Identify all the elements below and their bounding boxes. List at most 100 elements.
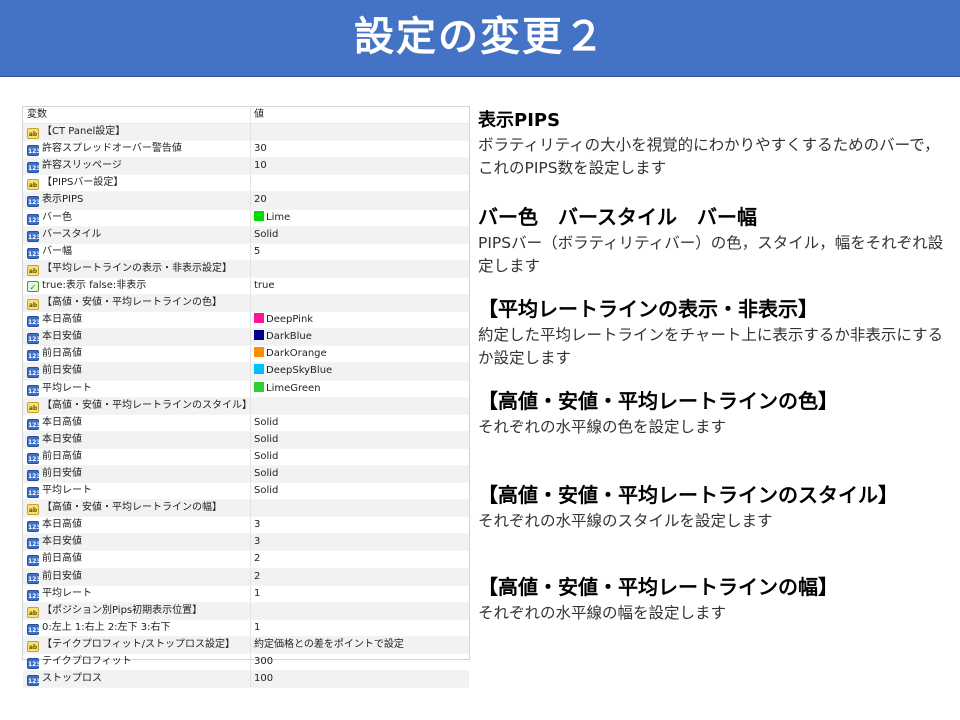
table-row[interactable]: 123平均レート 1 bbox=[23, 585, 469, 603]
variable-name-cell: 123本日安値 bbox=[27, 432, 247, 448]
boolean-type-icon: ✓ bbox=[27, 280, 39, 292]
variable-name-cell: ab 【PIPSバー設定】 bbox=[27, 175, 247, 191]
value-cell[interactable] bbox=[250, 295, 469, 312]
value-cell[interactable]: Solid bbox=[250, 431, 469, 448]
value-cell[interactable]: 2 bbox=[250, 551, 469, 568]
section-title: 【高値・安値・平均レートラインのスタイル】 bbox=[478, 483, 898, 507]
table-row[interactable]: 1230:左上 1:右上 2:左下 3:右下 1 bbox=[23, 619, 469, 637]
variable-name: 表示PIPS bbox=[42, 194, 84, 206]
value-cell[interactable] bbox=[250, 397, 469, 414]
table-row[interactable]: ab 【テイクプロフィット/ストップロス設定】 約定価格との差をポイントで設定 bbox=[23, 636, 469, 654]
value-cell[interactable]: Solid bbox=[250, 448, 469, 465]
table-row[interactable]: 123前日高値 DarkOrange bbox=[23, 346, 469, 364]
table-row[interactable]: ab 【高値・安値・平均レートラインのスタイル】 bbox=[23, 397, 469, 415]
variable-name-cell: 123平均レート bbox=[27, 483, 247, 499]
table-row[interactable]: 123平均レート LimeGreen bbox=[23, 380, 469, 398]
table-row[interactable]: 123前日高値 2 bbox=[23, 551, 469, 569]
number-type-icon: 123 bbox=[27, 521, 41, 533]
value-cell[interactable]: DeepPink bbox=[250, 312, 469, 329]
section-title: 【高値・安値・平均レートラインの色】 bbox=[478, 389, 838, 413]
string-type-icon: ab bbox=[27, 128, 39, 140]
table-row[interactable]: ab 【CT Panel設定】 bbox=[23, 124, 469, 142]
variable-name: true:表示 false:非表示 bbox=[42, 279, 147, 291]
table-row[interactable]: 123表示PIPS 20 bbox=[23, 192, 469, 210]
variable-value: 20 bbox=[254, 194, 267, 206]
variable-value: 1 bbox=[254, 587, 261, 599]
variable-name-cell: 123前日安値 bbox=[27, 363, 247, 379]
table-row[interactable]: ab 【高値・安値・平均レートラインの色】 bbox=[23, 295, 469, 313]
variable-value: 3 bbox=[254, 536, 261, 548]
value-cell[interactable]: DarkOrange bbox=[250, 346, 469, 363]
table-row[interactable]: 123許容スリッページ 10 bbox=[23, 158, 469, 176]
value-cell[interactable]: 3 bbox=[250, 517, 469, 534]
parameters-table: 変数 値 ab 【CT Panel設定】 123許容スプレッドオーバー警告値 30 12… bbox=[22, 106, 470, 689]
variable-value bbox=[251, 177, 254, 188]
variable-name-cell: 123本日高値 bbox=[27, 312, 247, 328]
table-row[interactable]: 123本日高値 3 bbox=[23, 517, 469, 535]
table-row[interactable]: 123ストップロス 100 bbox=[23, 671, 469, 689]
number-type-icon: 123 bbox=[27, 230, 41, 242]
value-cell[interactable]: Solid bbox=[250, 465, 469, 482]
table-row[interactable]: ab 【ポジション別Pips初期表示位置】 bbox=[23, 602, 469, 620]
table-row[interactable]: ab 【PIPSバー設定】 bbox=[23, 175, 469, 193]
number-type-icon: 123 bbox=[27, 675, 41, 687]
value-cell[interactable]: 約定価格との差をポイントで設定 bbox=[250, 636, 469, 653]
table-row[interactable]: 123前日安値 Solid bbox=[23, 465, 469, 484]
value-cell[interactable] bbox=[250, 124, 469, 141]
value-cell[interactable]: 300 bbox=[250, 654, 469, 670]
value-cell[interactable]: 5 bbox=[250, 243, 469, 260]
value-cell[interactable] bbox=[250, 175, 469, 192]
variable-value: 約定価格との差をポイントで設定 bbox=[254, 638, 404, 650]
table-row[interactable]: 123平均レート Solid bbox=[23, 483, 469, 501]
value-cell[interactable] bbox=[250, 500, 469, 517]
variable-name-cell: 123前日高値 bbox=[27, 449, 247, 465]
table-row[interactable]: 123本日安値 3 bbox=[23, 534, 469, 552]
value-cell[interactable]: true bbox=[250, 277, 469, 294]
table-row[interactable]: ✓ true:表示 false:非表示 true bbox=[23, 277, 469, 296]
variable-value: 10 bbox=[254, 160, 267, 172]
value-cell[interactable]: DeepSkyBlue bbox=[250, 363, 469, 380]
value-cell[interactable]: DarkBlue bbox=[250, 329, 469, 346]
variable-value: 1 bbox=[254, 621, 261, 633]
value-cell[interactable]: Lime bbox=[250, 209, 469, 226]
table-row[interactable]: 123本日高値 Solid bbox=[23, 414, 469, 432]
value-cell[interactable] bbox=[250, 602, 469, 619]
table-row[interactable]: 123バースタイル Solid bbox=[23, 226, 469, 244]
table-row[interactable]: 123許容スプレッドオーバー警告値 30 bbox=[23, 141, 469, 159]
table-row[interactable]: 123本日安値 DarkBlue bbox=[23, 329, 469, 347]
value-cell[interactable]: Solid bbox=[250, 414, 469, 431]
value-cell[interactable]: 1 bbox=[250, 585, 469, 602]
number-type-icon: 123 bbox=[27, 469, 41, 481]
table-row[interactable]: 123本日高値 DeepPink bbox=[23, 312, 469, 330]
table-row[interactable]: 123本日安値 Solid bbox=[23, 431, 469, 449]
table-row[interactable]: 123バー幅 5 bbox=[23, 243, 469, 261]
page-title: 設定の変更２ bbox=[354, 14, 606, 60]
value-cell[interactable]: 10 bbox=[250, 158, 469, 175]
value-cell[interactable] bbox=[250, 260, 469, 277]
variable-name-cell: ab 【ポジション別Pips初期表示位置】 bbox=[27, 603, 247, 619]
variable-name: 本日高値 bbox=[42, 416, 82, 428]
value-cell[interactable]: 3 bbox=[250, 534, 469, 551]
table-row[interactable]: 123前日高値 Solid bbox=[23, 448, 469, 466]
value-cell[interactable]: 30 bbox=[250, 141, 469, 158]
variable-name: バー幅 bbox=[42, 245, 72, 257]
table-row[interactable]: 123テイクプロフィット 300 bbox=[23, 654, 469, 672]
table-row[interactable]: 123バー色 Lime bbox=[23, 209, 469, 227]
table-row[interactable]: ab 【平均レートラインの表示・非表示設定】 bbox=[23, 260, 469, 278]
value-cell[interactable]: 20 bbox=[250, 192, 469, 209]
value-cell[interactable]: 100 bbox=[250, 671, 469, 688]
table-row[interactable]: 123前日安値 2 bbox=[23, 568, 469, 586]
variable-name-cell: 123バー幅 bbox=[27, 244, 247, 260]
variable-name: 平均レート bbox=[42, 587, 92, 599]
number-type-icon: 123 bbox=[27, 572, 41, 584]
value-cell[interactable]: LimeGreen bbox=[250, 380, 469, 397]
table-row[interactable]: 123前日安値 DeepSkyBlue bbox=[23, 363, 469, 381]
value-cell[interactable]: Solid bbox=[250, 483, 469, 500]
variable-name-cell: 123平均レート bbox=[27, 381, 247, 397]
value-cell[interactable]: Solid bbox=[250, 226, 469, 243]
value-cell[interactable]: 1 bbox=[250, 619, 469, 636]
table-row[interactable]: ab 【高値・安値・平均レートラインの幅】 bbox=[23, 500, 469, 518]
value-cell[interactable]: 2 bbox=[250, 568, 469, 585]
variable-value: 2 bbox=[254, 553, 261, 565]
number-type-icon: 123 bbox=[27, 350, 41, 362]
